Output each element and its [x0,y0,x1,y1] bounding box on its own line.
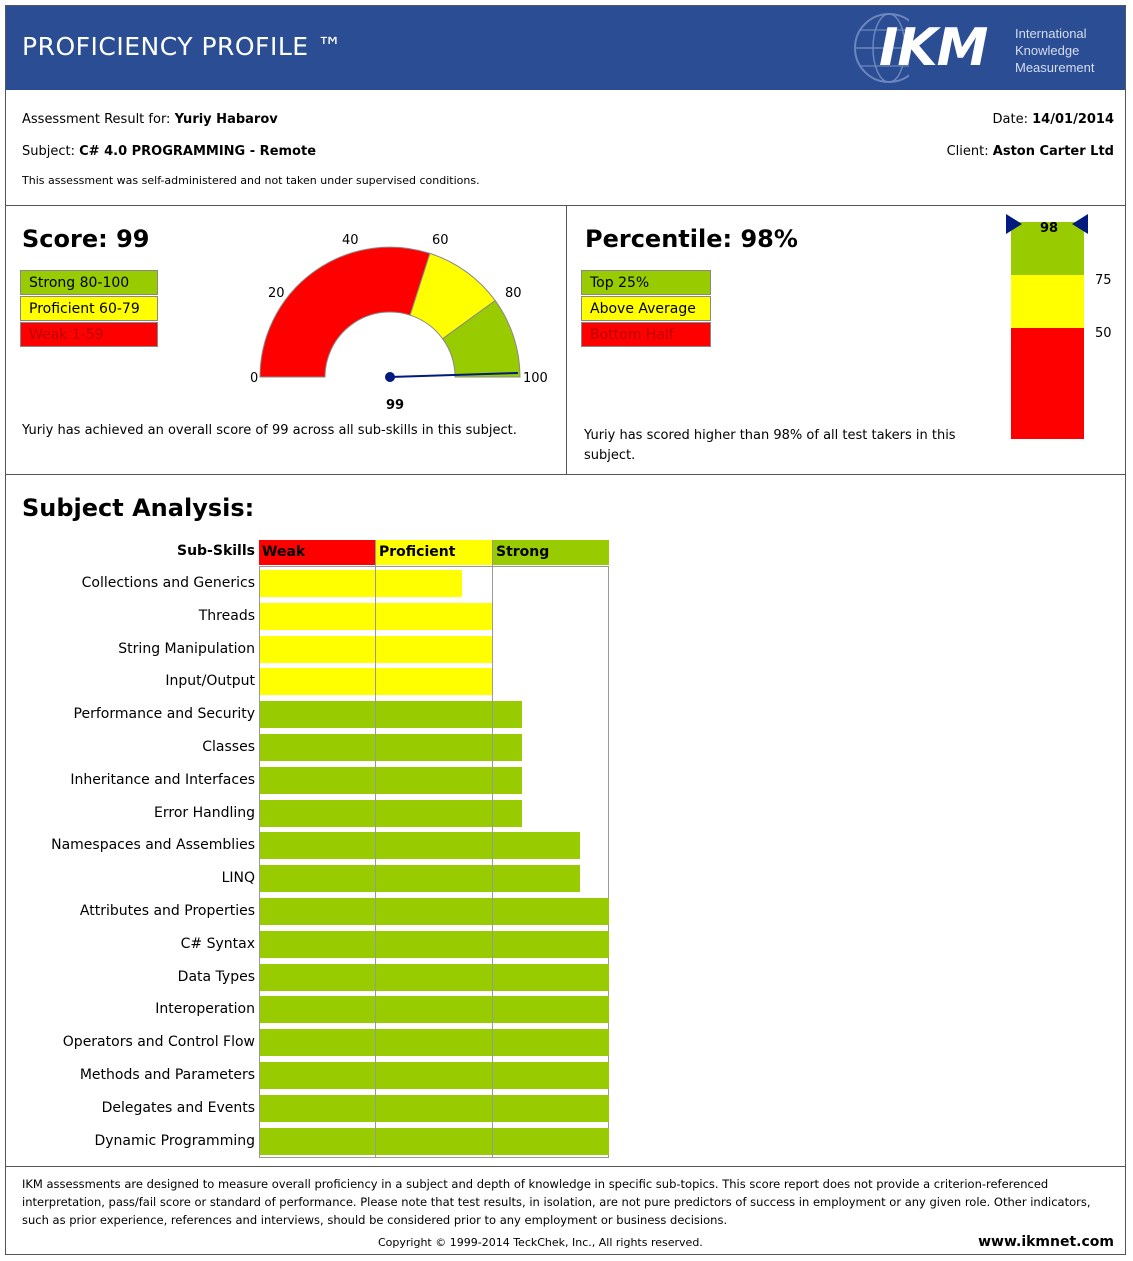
subskill-label: Collections and Generics [81,575,255,591]
logo-line-3: Measurement [1015,60,1095,75]
gauge-tick-label: 40 [342,233,359,248]
percentile-bar: 98 75 50 [1006,214,1112,439]
divider [566,205,567,474]
legend-strong: Strong 80-100 [20,270,158,295]
subject-value: C# 4.0 PROGRAMMING - Remote [79,144,317,159]
gauge-tick-label: 80 [505,286,522,301]
column-strong: Strong [493,540,609,565]
subskill-bar [260,1029,609,1057]
assessment-line: Assessment Result for: Yuriy Habarov [22,112,278,127]
legend-weak: Weak 1-59 [20,322,158,347]
subskills-header: Sub-Skills [176,543,255,559]
logo-wordmark: IKM [879,18,988,78]
column-weak: Weak [259,540,376,565]
subskill-bar [260,1127,609,1155]
legend-top-25: Top 25% [581,270,711,295]
supervision-note: This assessment was self-administered an… [22,174,480,187]
subskill-bar [260,996,609,1024]
subskill-label: Performance and Security [73,706,255,723]
percentile-bottom-band [1011,328,1084,439]
subject-line: Subject: C# 4.0 PROGRAMMING - Remote [22,144,316,159]
subskill-bar [260,734,522,761]
subskill-bar [260,832,580,860]
percentile-scale-label: 75 [1095,273,1112,288]
subskill-bar [260,963,609,991]
subskill-bar [260,898,609,925]
percentile-summary: Yuriy has scored higher than 98% of all … [584,428,956,463]
subskill-label: Threads [198,607,255,624]
date-label: Date: [992,112,1028,127]
subskill-label: Namespaces and Assemblies [51,837,255,854]
assessment-label: Assessment Result for: [22,112,171,127]
ikm-logo: IKM International Knowledge Measurement [849,10,1109,86]
candidate-name: Yuriy Habarov [174,112,278,127]
subskill-label: Error Handling [154,804,255,821]
percentile-scale-label: 50 [1095,326,1112,341]
subskill-label: Delegates and Events [101,1099,255,1116]
score-gauge: 0 20 40 60 80 100 99 [250,233,548,413]
report-title: PROFICIENCY PROFILE ™ [22,32,343,61]
analysis-title: Subject Analysis: [22,494,255,522]
subskill-bar [260,1062,609,1089]
legend-bottom-half: Bottom Half [581,322,711,347]
logo-line-2: Knowledge [1015,43,1080,58]
footer-disclaimer: IKM assessments are designed to measure … [22,1177,1091,1227]
subskill-bar [260,668,493,696]
grid-line [375,540,376,1158]
subskill-bar [260,865,580,893]
subskill-label: Attributes and Properties [79,903,255,919]
website-link[interactable]: www.ikmnet.com [978,1234,1114,1250]
subskill-label: Interoperation [155,1001,255,1018]
subskill-bar [260,701,522,729]
date-line: Date: 14/01/2014 [993,112,1114,127]
percentile-title: Percentile: 98% [585,225,798,253]
client-line: Client: Aston Carter Ltd [947,144,1114,159]
grid-line [492,540,493,1158]
subskill-bar [260,766,522,794]
legend-proficient: Proficient 60-79 [20,296,158,321]
subskill-label: Classes [202,739,255,755]
subskill-label: Input/Output [165,673,255,690]
subskill-label: String Manipulation [118,640,255,657]
subskill-label: Operators and Control Flow [62,1034,255,1051]
column-proficient: Proficient [376,540,493,565]
gauge-value-label: 99 [386,398,404,413]
subject-label: Subject: [22,144,75,159]
subskill-bar [260,602,493,630]
subskill-label: Methods and Parameters [79,1067,255,1083]
percentile-middle-band [1011,275,1084,328]
gauge-tick-label: 20 [268,286,285,301]
gauge-tick-label: 60 [432,233,449,248]
subskill-bar [260,570,462,597]
gauge-weak-band [259,246,431,378]
client-label: Client: [946,144,989,159]
copyright-text: Copyright © 1999-2014 TeckChek, Inc., Al… [378,1236,703,1249]
subskill-label: LINQ [221,870,255,887]
legend-above-average: Above Average [581,296,711,321]
subskill-bar [260,635,493,663]
subskill-bar [260,930,609,958]
score-summary: Yuriy has achieved an overall score of 9… [22,423,517,438]
subskill-bar [260,799,522,827]
gauge-hub [385,372,395,382]
gauge-tick-label: 100 [523,371,548,386]
subskill-label: Inheritance and Interfaces [70,771,255,788]
date-value: 14/01/2014 [1032,112,1114,127]
score-title: Score: 99 [22,225,150,253]
subskill-label: C# Syntax [180,935,255,952]
subskill-label: Dynamic Programming [94,1132,255,1149]
client-value: Aston Carter Ltd [992,144,1114,159]
divider [6,1166,1125,1167]
subskill-label: Data Types [177,968,255,985]
percentile-marker-label: 98 [1040,221,1058,236]
subskill-bar [260,1094,609,1122]
report-header: PROFICIENCY PROFILE ™ IKM International … [6,6,1125,90]
gauge-tick-label: 0 [250,371,258,386]
divider [6,474,1125,475]
logo-line-1: International [1015,26,1087,41]
